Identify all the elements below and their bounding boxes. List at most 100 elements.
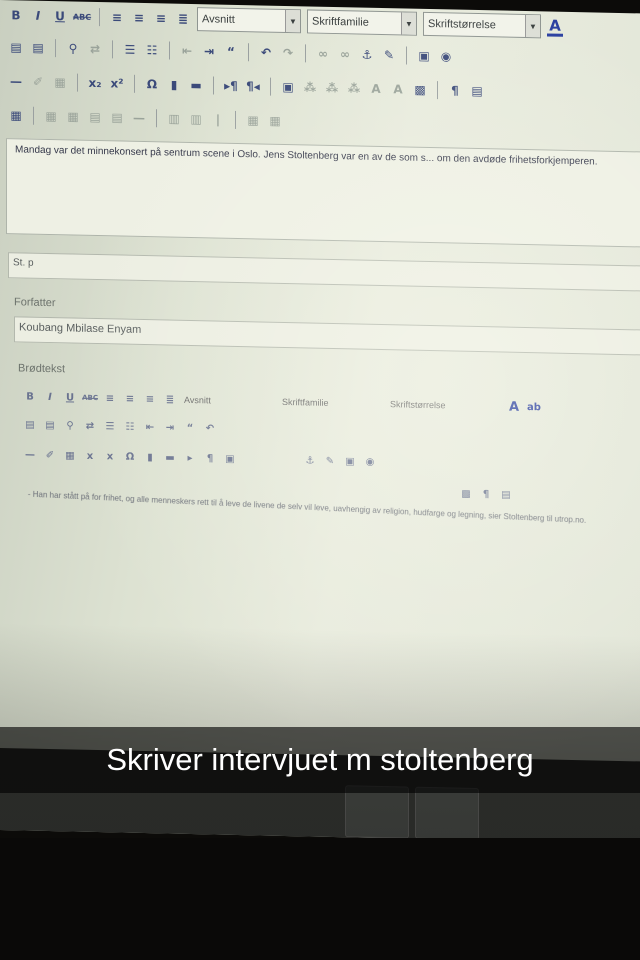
help-icon[interactable]: ◉ (438, 48, 454, 64)
redo-icon[interactable]: ↷ (280, 45, 296, 61)
font-family-select[interactable]: Skriftfamilie ▼ (307, 9, 417, 36)
paste-text-icon[interactable]: ▤ (44, 419, 56, 431)
text-color-icon[interactable]: A (547, 16, 563, 37)
remove-format-icon[interactable]: ✐ (44, 449, 56, 461)
anchor-icon[interactable]: ⚓ (359, 47, 375, 63)
align-justify-icon[interactable]: ≣ (164, 393, 176, 405)
subscript-icon[interactable]: x₂ (87, 75, 103, 91)
html-source-icon[interactable]: ▣ (416, 48, 432, 64)
taskbar-app-button[interactable] (415, 786, 479, 841)
unlink-icon[interactable]: ∞ (337, 46, 353, 62)
strikethrough-icon[interactable]: ABC (73, 9, 91, 25)
outdent-icon[interactable]: ⇤ (179, 43, 195, 59)
paste-icon[interactable]: ▤ (8, 39, 24, 55)
text-color-alt-icon[interactable]: A (368, 81, 384, 97)
cleanup-icon[interactable]: ✎ (324, 455, 336, 467)
link-icon[interactable]: ∞ (315, 46, 331, 62)
body-paragraph-select[interactable]: Avsnitt (184, 395, 274, 407)
undo-icon[interactable]: ↶ (204, 422, 216, 434)
delete-row-icon[interactable]: — (131, 110, 147, 126)
style-props-icon[interactable]: ⁂ (302, 79, 318, 95)
remove-format-icon[interactable]: ✐ (30, 74, 46, 90)
cleanup-icon[interactable]: ✎ (381, 47, 397, 63)
visual-aid-icon[interactable]: ▦ (64, 449, 76, 461)
taskbar-app-button[interactable] (345, 785, 409, 839)
bg-color-icon[interactable]: A (390, 81, 406, 97)
align-right-icon[interactable]: ≡ (153, 10, 169, 26)
bold-icon[interactable]: B (8, 7, 24, 23)
visual-aid-icon[interactable]: ▦ (52, 74, 68, 90)
indent-icon[interactable]: ⇥ (201, 43, 217, 59)
paste-icon[interactable]: ▤ (24, 419, 36, 431)
underline-icon[interactable]: U (64, 391, 76, 403)
bold-icon[interactable]: B (24, 391, 36, 403)
outdent-icon[interactable]: ⇤ (144, 421, 156, 433)
body-font-size-select[interactable]: Skriftstørrelse (390, 399, 500, 411)
align-left-icon[interactable]: ≡ (109, 9, 125, 25)
find-icon[interactable]: ⚲ (64, 419, 76, 431)
body-font-family-select[interactable]: Skriftfamilie (282, 397, 382, 409)
show-blocks-icon[interactable]: ¶ (447, 82, 463, 98)
paragraph-format-select[interactable]: Avsnitt ▼ (197, 7, 301, 34)
insert-row-after-icon[interactable]: ▤ (109, 109, 125, 125)
align-justify-icon[interactable]: ≣ (175, 11, 191, 27)
split-cells-icon[interactable]: ▦ (245, 112, 261, 128)
lead-text-area[interactable]: Mandag var det minnekonsert på sentrum s… (6, 138, 640, 248)
replace-icon[interactable]: ⇄ (84, 420, 96, 432)
replace-icon[interactable]: ⇄ (87, 41, 103, 57)
page-break-icon[interactable]: ▬ (164, 451, 176, 463)
italic-icon[interactable]: I (30, 8, 46, 24)
font-size-select[interactable]: Skriftstørrelse ▼ (423, 11, 541, 39)
rtl-icon[interactable]: ¶ (204, 452, 216, 464)
align-left-icon[interactable]: ≡ (104, 392, 116, 404)
image-icon[interactable]: ▩ (412, 82, 428, 98)
align-center-icon[interactable]: ≡ (124, 393, 136, 405)
special-char-icon[interactable]: Ω (124, 451, 136, 463)
numbered-list-icon[interactable]: ☷ (144, 42, 160, 58)
rtl-icon[interactable]: ¶◂ (245, 78, 261, 94)
cell-props-icon[interactable]: ▦ (65, 108, 81, 124)
align-right-icon[interactable]: ≡ (144, 393, 156, 405)
special-char-icon[interactable]: Ω (144, 76, 160, 92)
fullscreen-icon[interactable]: ▣ (280, 79, 296, 95)
image-icon[interactable]: ▩ (460, 488, 472, 500)
ltr-icon[interactable]: ▸¶ (223, 78, 239, 94)
bullet-list-icon[interactable]: ☰ (122, 42, 138, 58)
indent-icon[interactable]: ⇥ (164, 421, 176, 433)
ltr-icon[interactable]: ▸ (184, 452, 196, 464)
insert-row-before-icon[interactable]: ▤ (87, 109, 103, 125)
align-center-icon[interactable]: ≡ (131, 10, 147, 26)
bullet-list-icon[interactable]: ☰ (104, 420, 116, 432)
abbr-icon[interactable]: ⁂ (346, 80, 362, 96)
insert-col-before-icon[interactable]: ▥ (166, 110, 182, 126)
horizontal-rule-icon[interactable]: — (8, 73, 24, 89)
superscript-icon[interactable]: x (104, 450, 116, 462)
superscript-icon[interactable]: x² (109, 75, 125, 91)
cite-icon[interactable]: ⁂ (324, 80, 340, 96)
help-icon[interactable]: ◉ (364, 456, 376, 468)
horizontal-rule-icon[interactable]: — (24, 449, 36, 461)
italic-icon[interactable]: I (44, 391, 56, 403)
numbered-list-icon[interactable]: ☷ (124, 421, 136, 433)
short-field[interactable]: St. p (8, 252, 640, 292)
highlight-icon[interactable]: ab (527, 401, 541, 413)
paste-text-icon[interactable]: ▤ (30, 40, 46, 56)
blockquote-icon[interactable]: “ (223, 44, 239, 60)
find-icon[interactable]: ⚲ (65, 40, 81, 56)
strikethrough-icon[interactable]: ABC (82, 392, 98, 404)
row-props-icon[interactable]: ▦ (43, 108, 59, 124)
media-icon[interactable]: ▮ (144, 451, 156, 463)
merge-cells-icon[interactable]: ▦ (267, 113, 283, 129)
author-input[interactable]: Koubang Mbilase Enyam (14, 316, 640, 356)
template-icon[interactable]: ▤ (469, 83, 485, 99)
blockquote-icon[interactable]: “ (184, 422, 196, 434)
template-icon[interactable]: ▤ (500, 488, 512, 500)
media-icon[interactable]: ▮ (166, 76, 182, 92)
underline-icon[interactable]: U (52, 8, 68, 24)
page-break-icon[interactable]: ▬ (188, 77, 204, 93)
insert-col-after-icon[interactable]: ▥ (188, 111, 204, 127)
text-color-icon[interactable]: A (508, 399, 520, 414)
table-icon[interactable]: ▦ (8, 107, 24, 123)
html-source-icon[interactable]: ▣ (344, 455, 356, 467)
subscript-icon[interactable]: x (84, 450, 96, 462)
